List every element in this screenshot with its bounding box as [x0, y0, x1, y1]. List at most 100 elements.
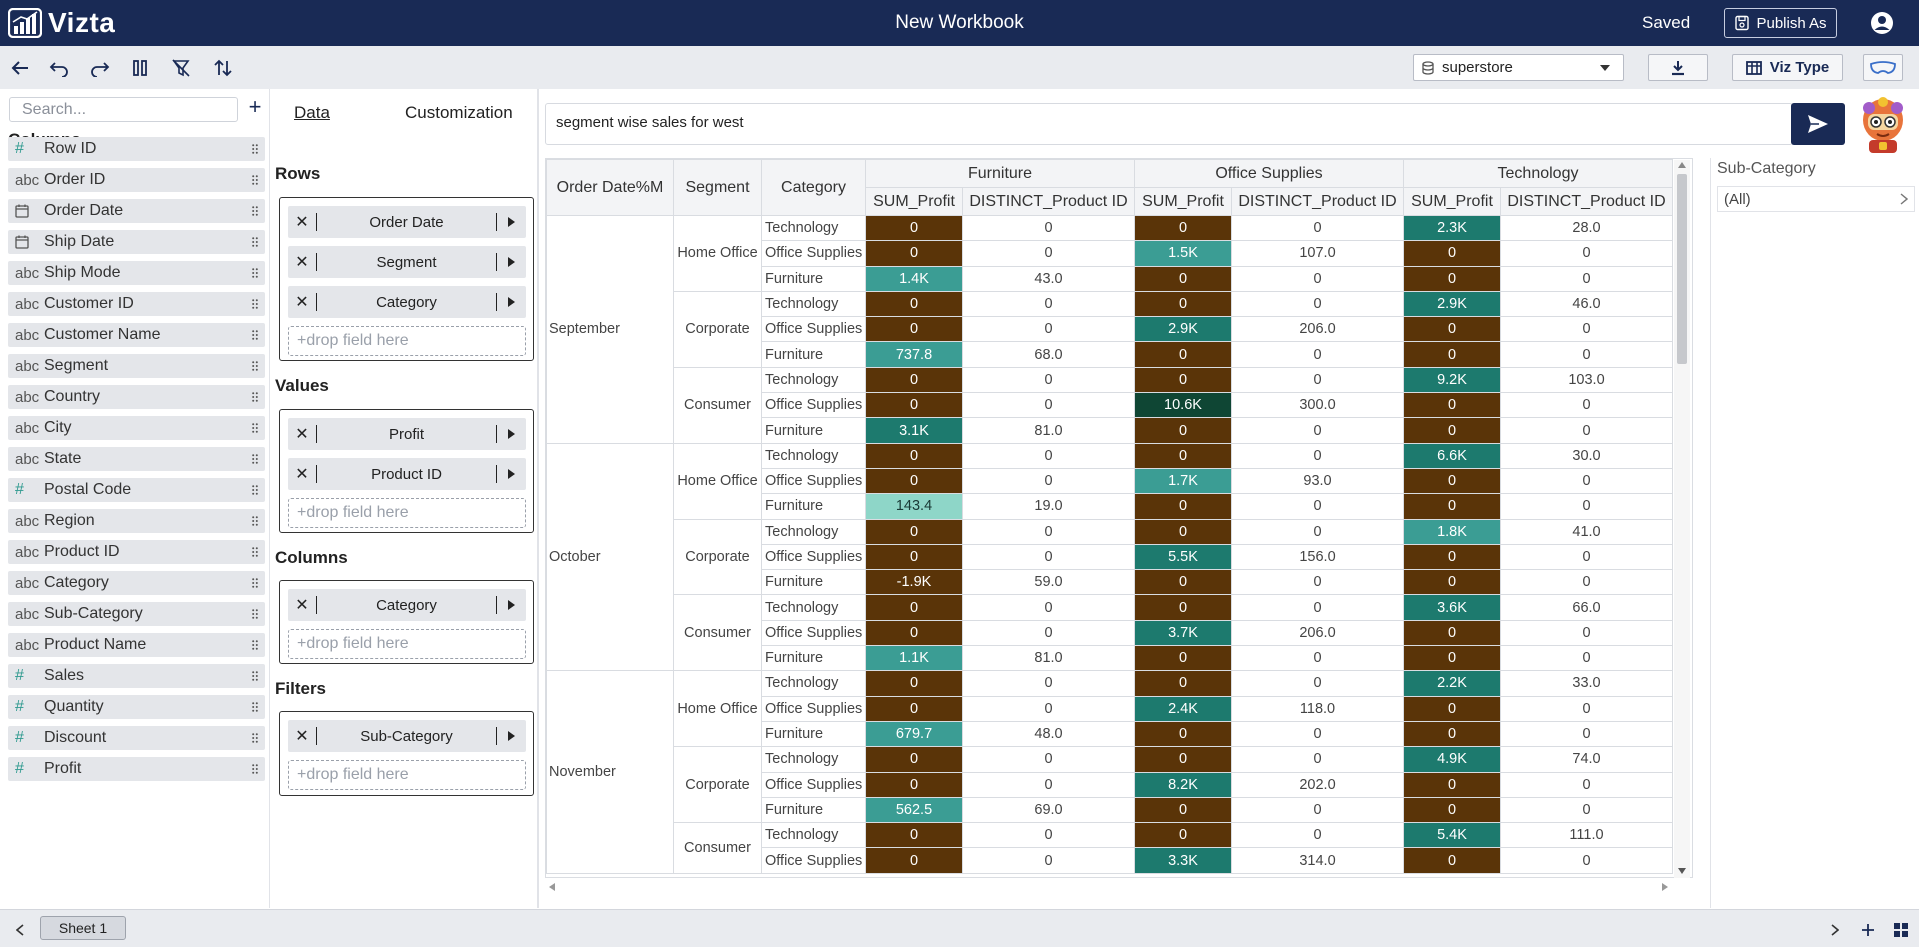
publish-as-button[interactable]: Publish As: [1724, 8, 1837, 38]
table-row[interactable]: September Home Office Technology 0 0 0 0 2.3K 28…: [546, 214, 1673, 444]
table-row[interactable]: November Home Office Technology 0 0 0 0 2.2K 33.…: [546, 670, 1673, 874]
profit-value-cell[interactable]: 0: [1134, 417, 1232, 444]
category-cell[interactable]: Furniture: [761, 569, 866, 596]
mask-toggle-button[interactable]: [1863, 54, 1903, 81]
category-cell[interactable]: Technology: [761, 746, 866, 773]
measure-header-sum-profit[interactable]: SUM_Profit: [865, 187, 963, 216]
category-cell[interactable]: Office Supplies: [761, 316, 866, 343]
profit-value-cell[interactable]: 1.8K: [1403, 518, 1501, 545]
segment-cell[interactable]: Consumer: [673, 366, 762, 444]
profit-value-cell[interactable]: 562.5: [865, 796, 963, 824]
vertical-scrollbar[interactable]: [1674, 160, 1690, 878]
distinct-count-cell[interactable]: 0: [1231, 265, 1404, 292]
caret-right-icon[interactable]: [496, 727, 526, 745]
profit-value-cell[interactable]: 3.1K: [865, 417, 963, 444]
category-cell[interactable]: Furniture: [761, 720, 866, 748]
profit-value-cell[interactable]: 0: [1403, 847, 1501, 874]
distinct-count-cell[interactable]: 0: [1231, 645, 1404, 672]
distinct-count-cell[interactable]: 59.0: [962, 569, 1135, 596]
distinct-count-cell[interactable]: 0: [962, 240, 1135, 267]
sheet-overview-button[interactable]: [1890, 919, 1912, 941]
category-cell[interactable]: Technology: [761, 594, 866, 621]
distinct-count-cell[interactable]: 0: [962, 214, 1135, 242]
field-item-order-date[interactable]: Order Date: [8, 199, 265, 223]
profit-value-cell[interactable]: 8.2K: [1134, 771, 1232, 798]
prev-sheet-button[interactable]: [8, 919, 32, 941]
profit-value-cell[interactable]: 2.9K: [1134, 316, 1232, 343]
distinct-count-cell[interactable]: 0: [1500, 645, 1673, 672]
drag-handle-icon[interactable]: [245, 454, 265, 464]
drag-handle-icon[interactable]: [245, 361, 265, 371]
nl-query-input[interactable]: [556, 114, 1756, 131]
distinct-count-cell[interactable]: 81.0: [962, 417, 1135, 444]
caret-right-icon[interactable]: [496, 596, 526, 614]
distinct-count-cell[interactable]: 46.0: [1500, 290, 1673, 318]
category-cell[interactable]: Office Supplies: [761, 695, 866, 722]
table-row[interactable]: Corporate Technology 0 0 0 0 2.9K 46.0: [547, 290, 1673, 368]
row-header-segment[interactable]: Segment: [673, 159, 762, 216]
columns-pill-category[interactable]: ✕ Category: [288, 589, 526, 621]
field-item-customer-id[interactable]: abc Customer ID: [8, 292, 265, 316]
ai-assistant-avatar[interactable]: [1857, 96, 1909, 159]
field-item-city[interactable]: abc City: [8, 416, 265, 440]
caret-right-icon[interactable]: [496, 425, 526, 443]
table-row[interactable]: Consumer Technology 0 0 0 0 3.6K 66.0: [547, 594, 1673, 672]
segment-cell[interactable]: Home Office: [673, 442, 762, 520]
distinct-count-cell[interactable]: 206.0: [1231, 316, 1404, 343]
profit-value-cell[interactable]: 0: [1403, 240, 1501, 267]
rows-pill-category[interactable]: ✕ Category: [288, 286, 526, 318]
category-cell[interactable]: Office Supplies: [761, 240, 866, 267]
category-cell[interactable]: Technology: [761, 670, 866, 697]
distinct-count-cell[interactable]: 111.0: [1500, 822, 1673, 849]
distinct-count-cell[interactable]: 41.0: [1500, 518, 1673, 545]
profit-value-cell[interactable]: 143.4: [865, 493, 963, 520]
viz-type-button[interactable]: Viz Type: [1732, 54, 1843, 81]
profit-value-cell[interactable]: 0: [1403, 695, 1501, 722]
profit-value-cell[interactable]: 0: [1134, 366, 1232, 394]
segment-cell[interactable]: Consumer: [673, 594, 762, 672]
distinct-count-cell[interactable]: 0: [962, 467, 1135, 495]
profit-value-cell[interactable]: 4.9K: [1403, 746, 1501, 773]
profit-value-cell[interactable]: 10.6K: [1134, 392, 1232, 419]
profit-value-cell[interactable]: 5.4K: [1403, 822, 1501, 849]
column-group-technology[interactable]: Technology: [1403, 159, 1673, 188]
category-cell[interactable]: Furniture: [761, 417, 866, 444]
profit-value-cell[interactable]: 0: [865, 442, 963, 469]
distinct-count-cell[interactable]: 0: [962, 316, 1135, 343]
distinct-count-cell[interactable]: 0: [1500, 847, 1673, 874]
distinct-count-cell[interactable]: 0: [1500, 467, 1673, 495]
rows-shelf[interactable]: ✕ Order Date ✕ Segment ✕ Category + drop field …: [279, 197, 534, 361]
table-row[interactable]: Corporate Technology 0 0 0 0 1.8K 41.0: [547, 518, 1673, 596]
segment-cell[interactable]: Home Office: [673, 670, 762, 748]
pause-button[interactable]: [128, 57, 152, 79]
profit-value-cell[interactable]: 0: [1134, 670, 1232, 697]
profit-value-cell[interactable]: 0: [865, 771, 963, 798]
field-item-ship-date[interactable]: Ship Date: [8, 230, 265, 254]
profit-value-cell[interactable]: 0: [1134, 290, 1232, 318]
profit-value-cell[interactable]: 679.7: [865, 720, 963, 748]
field-item-customer-name[interactable]: abc Customer Name: [8, 323, 265, 347]
profit-value-cell[interactable]: 0: [1134, 645, 1232, 672]
profit-value-cell[interactable]: 0: [865, 240, 963, 267]
profit-value-cell[interactable]: 0: [1134, 569, 1232, 596]
distinct-count-cell[interactable]: 0: [1231, 796, 1404, 824]
profit-value-cell[interactable]: 0: [1134, 341, 1232, 368]
profit-value-cell[interactable]: 0: [865, 619, 963, 647]
profit-value-cell[interactable]: 2.2K: [1403, 670, 1501, 697]
profit-value-cell[interactable]: 5.5K: [1134, 543, 1232, 571]
distinct-count-cell[interactable]: 0: [962, 543, 1135, 571]
category-cell[interactable]: Office Supplies: [761, 847, 866, 874]
measure-header-distinct-product-id[interactable]: DISTINCT_Product ID: [962, 187, 1135, 216]
distinct-count-cell[interactable]: 0: [1500, 619, 1673, 647]
rows-pill-segment[interactable]: ✕ Segment: [288, 246, 526, 278]
distinct-count-cell[interactable]: 93.0: [1231, 467, 1404, 495]
distinct-count-cell[interactable]: 0: [1500, 240, 1673, 267]
distinct-count-cell[interactable]: 0: [1231, 746, 1404, 773]
distinct-count-cell[interactable]: 0: [1231, 417, 1404, 444]
drag-handle-icon[interactable]: [245, 144, 265, 154]
columns-drop-zone[interactable]: + drop field here: [288, 629, 526, 659]
profit-value-cell[interactable]: 0: [865, 467, 963, 495]
distinct-count-cell[interactable]: 0: [1500, 392, 1673, 419]
profit-value-cell[interactable]: 6.6K: [1403, 442, 1501, 469]
drag-handle-icon[interactable]: [245, 206, 265, 216]
